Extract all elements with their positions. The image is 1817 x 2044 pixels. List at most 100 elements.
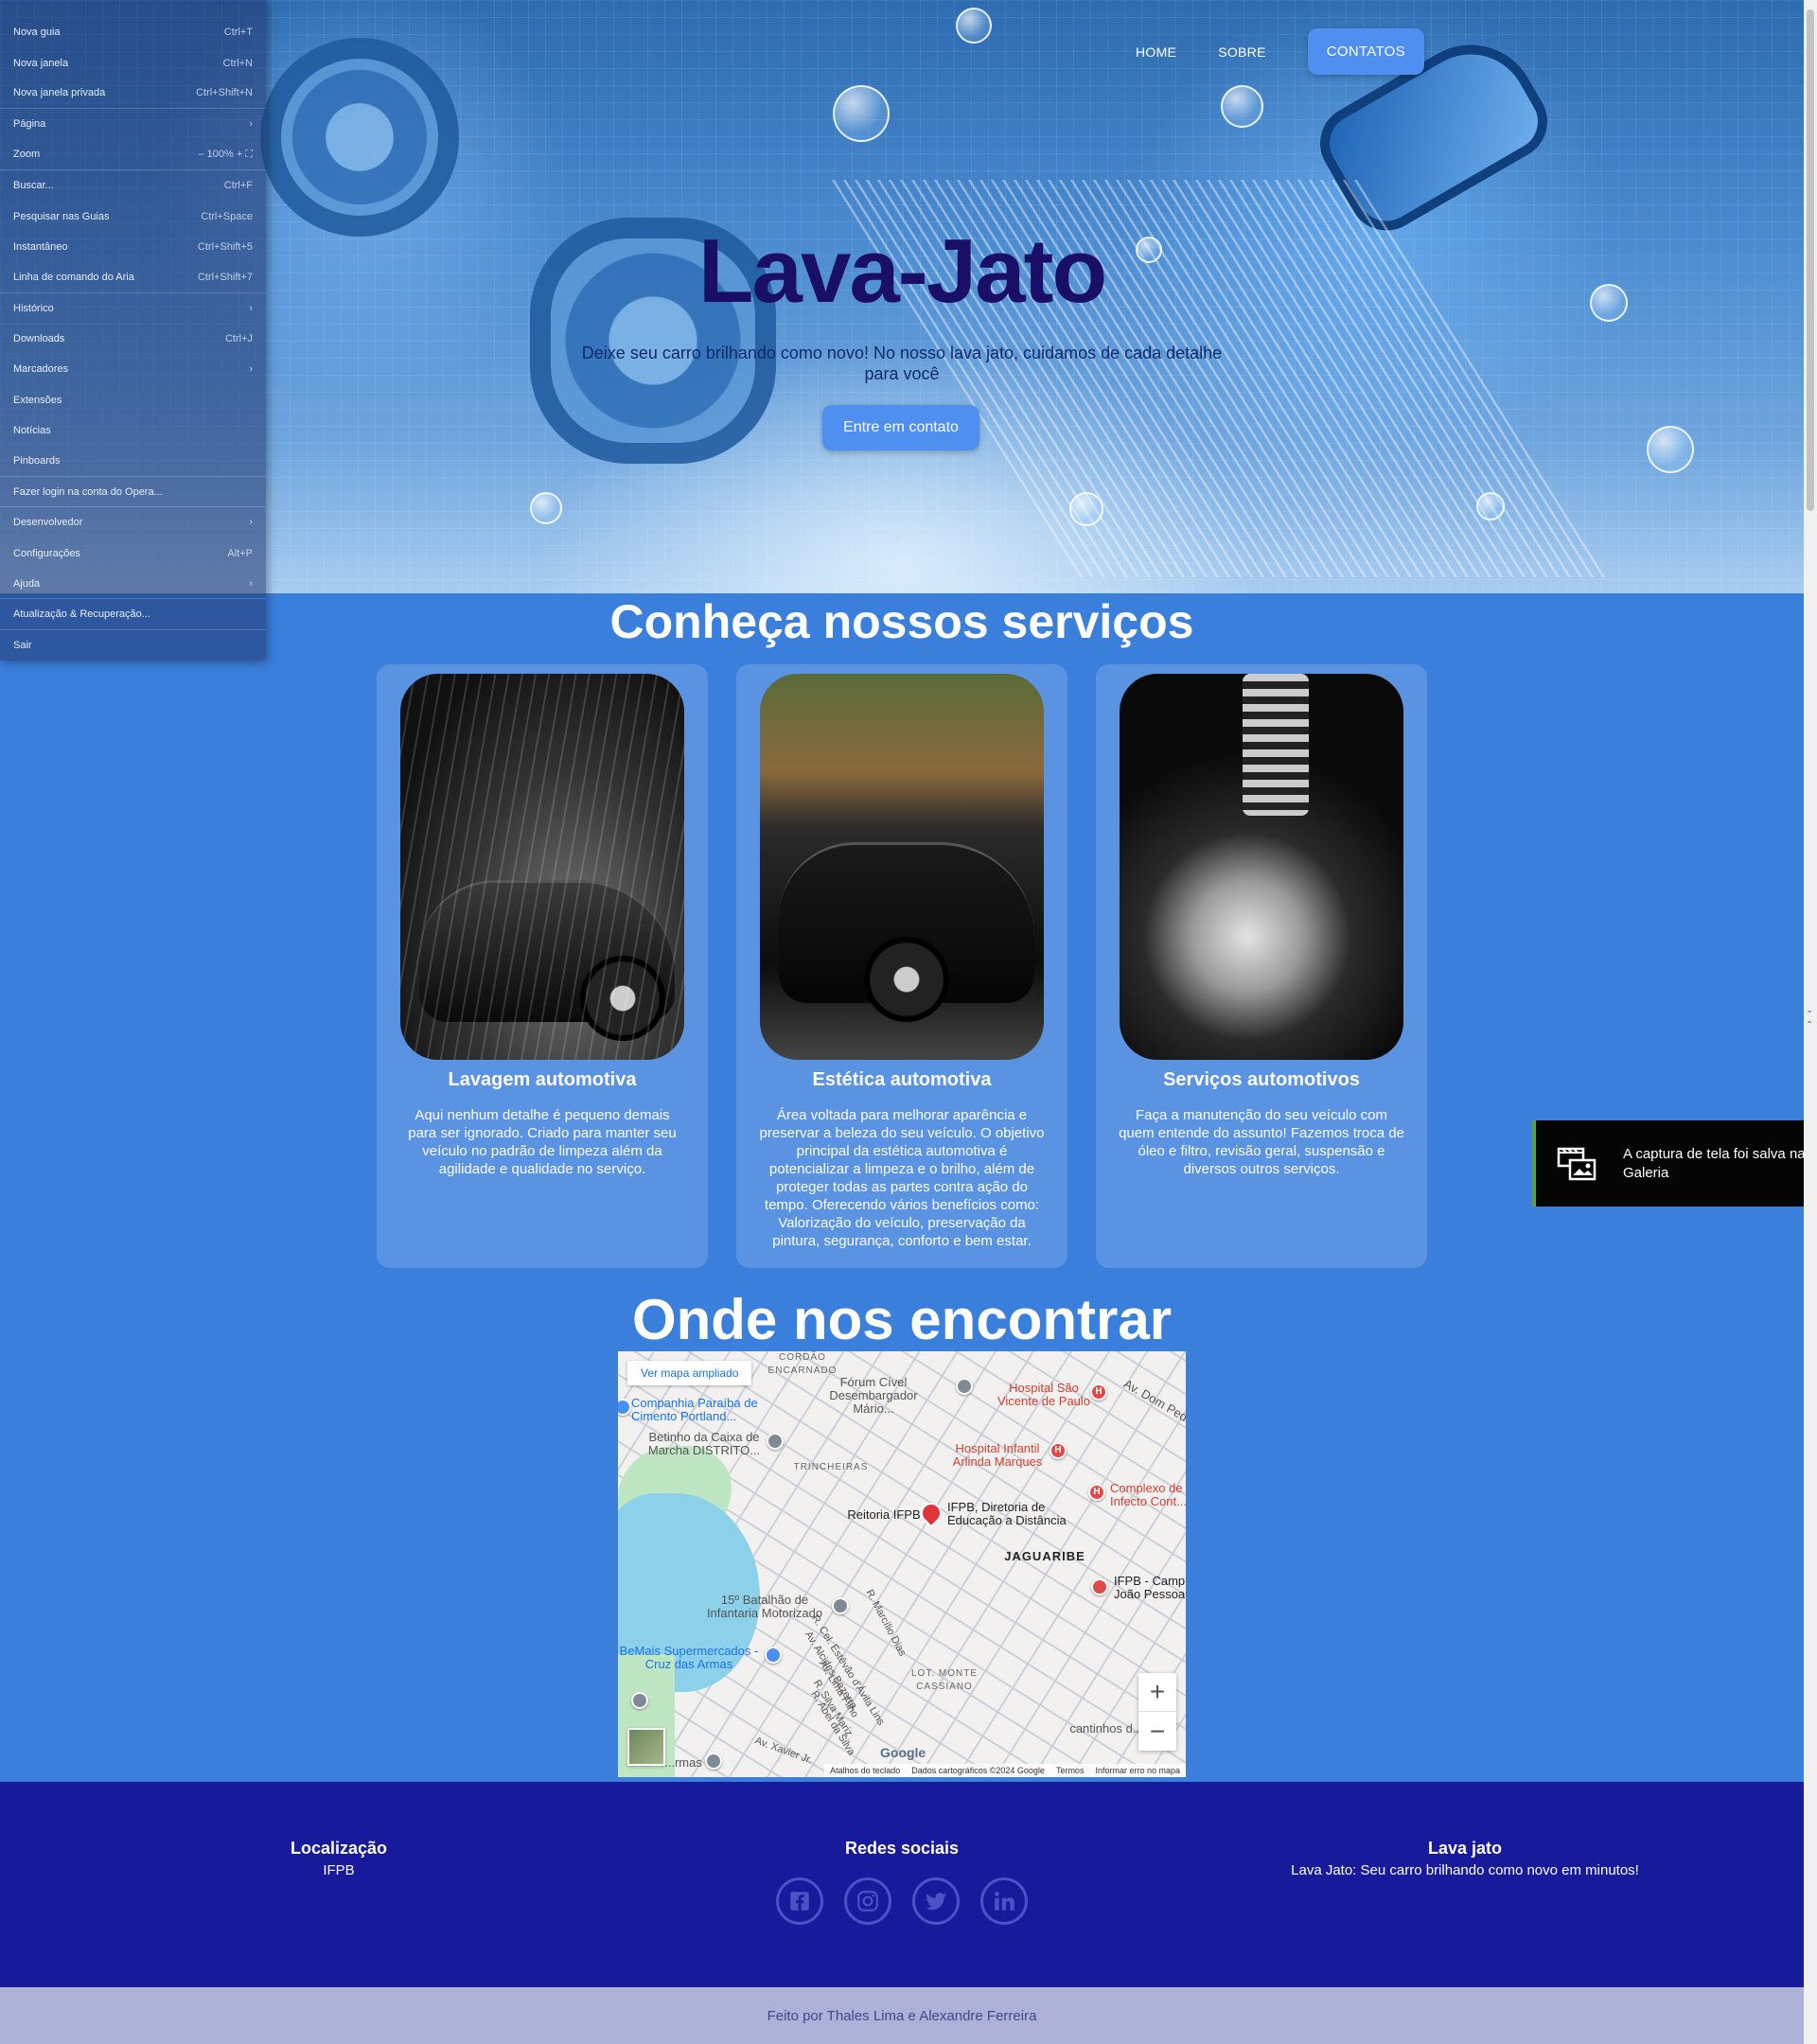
menu-item[interactable]: Downloads Ctrl+J bbox=[0, 324, 266, 354]
menu-item[interactable]: Histórico › bbox=[0, 293, 266, 324]
menu-item-label: Fazer login na conta do Opera... bbox=[13, 485, 163, 498]
google-map-embed[interactable]: Ver mapa ampliado CORDÃO ENCARNADO Fórum… bbox=[618, 1351, 1186, 1777]
map-label: Companhia Paraíba de Cimento Portland... bbox=[631, 1396, 758, 1423]
hospital-pin-icon[interactable]: H bbox=[1090, 1383, 1107, 1401]
menu-item[interactable]: Zoom – 100% + ⛶ bbox=[0, 140, 266, 170]
service-card-text: Área voltada para melhorar aparência e p… bbox=[759, 1107, 1045, 1249]
hospital-pin-icon[interactable]: H bbox=[1050, 1442, 1067, 1459]
menu-item[interactable]: Pinboards bbox=[0, 446, 266, 477]
menu-item-label: Downloads bbox=[13, 333, 65, 345]
zoom-out-button[interactable]: − bbox=[1138, 1712, 1176, 1751]
nav-link-home[interactable]: HOME bbox=[1136, 44, 1176, 60]
menu-item-label: Buscar... bbox=[13, 180, 54, 192]
menu-item-label: Instantâneo bbox=[13, 240, 68, 253]
instagram-icon[interactable] bbox=[844, 1877, 891, 1925]
terms-link[interactable]: Termos bbox=[1056, 1766, 1085, 1775]
menu-item[interactable]: Pesquisar nas Guias Ctrl+Space bbox=[0, 201, 266, 231]
contact-cta-button[interactable]: Entre em contato bbox=[822, 405, 979, 450]
map-label: IFPB - Campus João Pessoa bbox=[1114, 1574, 1186, 1601]
chevron-down-icon[interactable]: ⌄ bbox=[1806, 1005, 1813, 1015]
view-larger-map-link[interactable]: Ver mapa ampliado bbox=[627, 1361, 752, 1385]
zoom-in-button[interactable]: + bbox=[1138, 1673, 1176, 1712]
service-card-title: Serviços automotivos bbox=[1163, 1069, 1360, 1090]
credits-bar: Feito por Thales Lima e Alexandre Ferrei… bbox=[0, 1987, 1804, 2044]
map-zoom-controls: + − bbox=[1138, 1673, 1176, 1751]
menu-item-label: Histórico bbox=[13, 302, 54, 314]
menu-item[interactable]: Configurações Alt+P bbox=[0, 538, 266, 569]
google-logo: Google bbox=[880, 1745, 926, 1760]
menu-item[interactable]: Atualização & Recuperação... bbox=[0, 599, 266, 630]
chevron-right-icon: › bbox=[249, 363, 253, 376]
bubble-icon bbox=[1647, 426, 1694, 473]
map-label: Hospital Infantil Arlinda Marques bbox=[952, 1441, 1043, 1469]
map-label: TRINCHEIRAS bbox=[793, 1462, 869, 1472]
chevron-right-icon: › bbox=[249, 118, 253, 131]
hospital-pin-icon[interactable]: H bbox=[1088, 1484, 1105, 1501]
bubble-icon bbox=[1476, 492, 1505, 520]
map-label: Betinho da Caixa de Marcha DISTRITO... bbox=[647, 1430, 761, 1457]
place-pin-icon[interactable] bbox=[832, 1597, 849, 1614]
menu-item-shortcut: Ctrl+F bbox=[223, 180, 253, 192]
map-label: IFPB, Diretoria de Educação a Distância bbox=[947, 1500, 1067, 1527]
map-data-credit: Dados cartográficos ©2024 Google bbox=[911, 1766, 1045, 1775]
screenshot-saved-toast[interactable]: A captura de tela foi salva na Galeria bbox=[1532, 1120, 1817, 1207]
menu-item[interactable]: Instantâneo Ctrl+Shift+5 bbox=[0, 232, 266, 262]
map-label: cantinhos d... bbox=[1069, 1721, 1143, 1736]
place-pin-icon[interactable] bbox=[767, 1433, 784, 1450]
services-title: Conheça nossos serviços bbox=[609, 595, 1194, 648]
menu-item-label: Extensões bbox=[13, 394, 62, 406]
menu-item-label: Nova guia bbox=[13, 26, 61, 39]
map-label: Reitoria IFPB bbox=[847, 1507, 921, 1522]
menu-item-shortcut: Ctrl+Space bbox=[201, 210, 253, 222]
menu-item-label: Pesquisar nas Guias bbox=[13, 210, 110, 222]
menu-item-label: Notícias bbox=[13, 425, 51, 437]
keyboard-shortcuts-link[interactable]: Atalhos do teclado bbox=[830, 1766, 900, 1775]
hero-subtitle: Deixe seu carro brilhando como novo! No … bbox=[581, 344, 1223, 383]
footer-location-text: IFPB bbox=[323, 1862, 355, 1878]
footer-location: Localização IFPB bbox=[197, 1839, 481, 1878]
brake-disc-image bbox=[1120, 674, 1403, 1060]
social-links bbox=[760, 1877, 1044, 1925]
place-pin-icon[interactable] bbox=[631, 1692, 648, 1709]
shopping-cart-icon[interactable] bbox=[765, 1647, 782, 1664]
page-scrollbar[interactable]: ⌄ ⌃ bbox=[1804, 0, 1817, 2044]
menu-item[interactable]: Ajuda › bbox=[0, 569, 266, 600]
satellite-view-toggle[interactable] bbox=[627, 1728, 665, 1766]
menu-item-label: Configurações bbox=[13, 547, 80, 559]
facebook-icon[interactable] bbox=[776, 1877, 823, 1925]
map-label: ...rmas bbox=[664, 1755, 702, 1770]
menu-item[interactable]: Nova janela privada Ctrl+Shift+N bbox=[0, 79, 266, 110]
menu-item[interactable]: Linha de comando do Aria Ctrl+Shift+7 bbox=[0, 262, 266, 293]
menu-item-label: Marcadores bbox=[13, 363, 69, 376]
nav-contatos-button[interactable]: CONTATOS bbox=[1307, 28, 1424, 75]
menu-item[interactable]: Marcadores › bbox=[0, 354, 266, 384]
school-pin-icon[interactable] bbox=[1091, 1578, 1108, 1595]
service-card-text: Aqui nenhum detalhe é pequeno demais par… bbox=[408, 1107, 677, 1177]
bubble-icon bbox=[956, 8, 992, 44]
report-error-link[interactable]: Informar erro no mapa bbox=[1095, 1766, 1180, 1775]
menu-item[interactable]: Extensões bbox=[0, 385, 266, 415]
menu-item[interactable]: Nova janela Ctrl+N bbox=[0, 47, 266, 78]
main-nav: HOME SOBRE CONTATOS bbox=[1136, 28, 1424, 75]
menu-item[interactable]: Nova guia Ctrl+T bbox=[0, 17, 266, 47]
service-card-estetica: Estética automotiva Área voltada para me… bbox=[736, 664, 1067, 1268]
nav-link-sobre[interactable]: SOBRE bbox=[1218, 44, 1266, 60]
toast-message: A captura de tela foi salva na Galeria bbox=[1623, 1145, 1806, 1181]
service-card-text: Faça a manutenção do seu veículo com que… bbox=[1119, 1107, 1404, 1177]
linkedin-icon[interactable] bbox=[980, 1877, 1028, 1925]
scrollbar-thumb[interactable] bbox=[1807, 9, 1814, 511]
menu-item[interactable]: Notícias bbox=[0, 415, 266, 446]
menu-item[interactable]: Desenvolvedor › bbox=[0, 507, 266, 537]
menu-item[interactable]: Fazer login na conta do Opera... bbox=[0, 477, 266, 508]
menu-item[interactable]: Sair bbox=[0, 630, 266, 661]
menu-item[interactable]: Buscar... Ctrl+F bbox=[0, 170, 266, 201]
footer-social-title: Redes sociais bbox=[844, 1839, 960, 1858]
twitter-icon[interactable] bbox=[912, 1877, 960, 1925]
footer-location-title: Localização bbox=[290, 1839, 388, 1858]
place-pin-icon[interactable] bbox=[705, 1753, 722, 1770]
menu-item[interactable]: Página › bbox=[0, 109, 266, 139]
chevron-up-icon[interactable]: ⌃ bbox=[1806, 1020, 1813, 1031]
suspension-spring-illustration bbox=[1243, 674, 1309, 816]
menu-item-shortcut: Ctrl+T bbox=[223, 26, 253, 39]
place-pin-icon[interactable] bbox=[956, 1378, 973, 1395]
